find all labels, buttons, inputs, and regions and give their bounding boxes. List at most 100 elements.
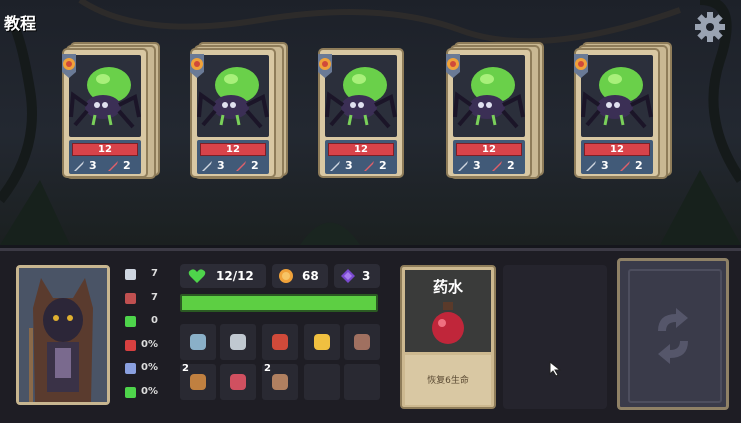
spider-icon xyxy=(581,67,653,129)
enemy-attack-value: 3 xyxy=(89,159,97,172)
club-icon xyxy=(190,374,206,390)
hp-counter: 12/12 xyxy=(180,264,266,288)
heart-icon xyxy=(188,269,206,283)
enemy-art xyxy=(197,55,269,137)
enemy-attack-value: 3 xyxy=(217,159,225,172)
inventory-slot[interactable] xyxy=(180,324,216,360)
medal-icon xyxy=(446,54,460,78)
potion-card-title: 药水 xyxy=(432,278,463,296)
feather-icon xyxy=(125,363,136,374)
hero-portrait xyxy=(16,265,110,405)
enemy-hp-bar: 12 xyxy=(456,143,522,156)
sword-icon xyxy=(74,161,84,171)
hp-value: 12/12 xyxy=(216,269,254,283)
enemy-stats-box: 12 3 2 xyxy=(197,140,269,174)
enemy-art xyxy=(325,55,397,137)
mouse-cursor-icon xyxy=(549,361,562,377)
inventory-slot[interactable] xyxy=(220,324,256,360)
settings-gear-button[interactable] xyxy=(693,10,727,44)
enemy-card[interactable]: 12 3 2 xyxy=(318,48,410,184)
player-stat-value: 7 xyxy=(151,268,158,279)
red-sword-icon xyxy=(492,161,502,171)
inventory-slot-empty[interactable] xyxy=(344,364,380,400)
gem-counter: 3 xyxy=(334,264,380,288)
flask-icon xyxy=(314,334,330,350)
inventory-slot[interactable]: 2 xyxy=(180,363,216,400)
sword-icon xyxy=(330,161,340,171)
enemy-card-front: 12 3 2 xyxy=(574,48,660,178)
enemy-defense-value: 2 xyxy=(123,159,131,172)
enemy-stats-box: 12 3 2 xyxy=(453,140,525,174)
spider-icon xyxy=(197,67,269,129)
inventory-slot[interactable] xyxy=(220,364,256,400)
round-shield-icon xyxy=(354,334,370,350)
potion-card[interactable]: 药水 恢复6生命 xyxy=(400,265,496,409)
spider-icon xyxy=(453,67,525,129)
inventory-slot[interactable] xyxy=(262,324,298,360)
gem-value: 3 xyxy=(362,269,371,283)
red-sword-icon xyxy=(620,161,630,171)
hp-bar-fill xyxy=(182,296,376,310)
refresh-arrows-icon xyxy=(658,308,688,364)
enemy-hp-bar: 12 xyxy=(584,143,650,156)
sword-icon xyxy=(586,161,596,171)
player-stat-value: 0% xyxy=(141,338,158,350)
helmet-icon xyxy=(272,334,288,350)
inventory-slot-empty[interactable] xyxy=(304,364,340,400)
medal-icon xyxy=(62,54,76,78)
inventory-slot[interactable] xyxy=(304,324,340,360)
enemy-art xyxy=(581,55,653,137)
inventory-slot[interactable] xyxy=(344,324,380,360)
gear-icon xyxy=(695,12,725,42)
player-stat-value: 0% xyxy=(141,385,158,397)
player-stat: 0% xyxy=(120,384,164,402)
enemy-defense-value: 2 xyxy=(379,159,387,172)
page-title: 教程 xyxy=(4,14,37,33)
player-stat-value: 0% xyxy=(141,362,158,373)
gold-counter: 68 xyxy=(272,264,328,288)
enemy-attack-value: 3 xyxy=(601,159,609,172)
red-sword-icon xyxy=(108,161,118,171)
enemy-art xyxy=(69,55,141,137)
player-stat: 7 xyxy=(120,290,164,308)
player-stat-value: 7 xyxy=(151,291,158,303)
player-stat: 0% xyxy=(120,360,164,378)
spider-icon xyxy=(69,67,141,129)
enemy-hp-bar: 12 xyxy=(200,143,266,156)
player-stat: 0% xyxy=(120,337,164,355)
spear-icon xyxy=(230,374,246,390)
inventory-slot[interactable]: 2 xyxy=(262,363,298,400)
enemy-card[interactable]: 12 3 2 xyxy=(190,42,288,184)
empty-card-slot[interactable] xyxy=(503,265,607,409)
enemy-card[interactable]: 12 3 2 xyxy=(574,42,672,184)
chain-icon xyxy=(272,374,288,390)
hooded-cat-hero-icon xyxy=(19,268,107,402)
medal-icon xyxy=(574,54,588,78)
hp-bar xyxy=(180,294,378,312)
enemy-hp-bar: 12 xyxy=(72,143,138,156)
spider-icon xyxy=(325,67,397,129)
enemy-defense-value: 2 xyxy=(251,159,259,172)
enemy-stats-box: 12 3 2 xyxy=(325,140,397,174)
player-stat: 7 xyxy=(120,266,164,284)
enemy-defense-value: 2 xyxy=(635,159,643,172)
medal-icon xyxy=(318,54,332,78)
cycle-deck-button[interactable] xyxy=(617,258,729,410)
enemy-card-front: 12 3 2 xyxy=(62,48,148,178)
enemy-card[interactable]: 12 3 2 xyxy=(446,42,544,184)
enemy-card[interactable]: 12 3 2 xyxy=(62,42,160,184)
enemy-card-front: 12 3 2 xyxy=(446,48,532,178)
enemy-art xyxy=(453,55,525,137)
inventory-count: 2 xyxy=(182,363,189,374)
enemy-attack-value: 3 xyxy=(473,159,481,172)
enemy-attack-value: 3 xyxy=(345,159,353,172)
player-stat: 0 xyxy=(120,313,164,331)
red-sword-icon xyxy=(236,161,246,171)
enemy-hp-bar: 12 xyxy=(328,143,394,156)
red-sword-icon xyxy=(364,161,374,171)
dagger-icon xyxy=(230,334,246,350)
gold-value: 68 xyxy=(302,269,319,283)
shield-icon xyxy=(125,292,136,304)
inventory-count: 2 xyxy=(264,363,271,374)
red-potion-icon xyxy=(432,302,464,344)
